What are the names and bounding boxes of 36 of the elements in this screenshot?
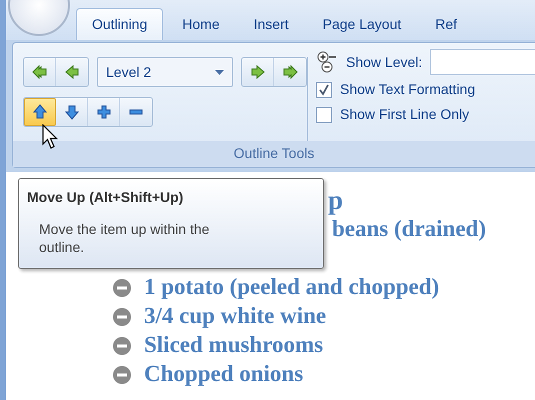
ribbon-tab[interactable]: Page Layout	[308, 9, 416, 40]
tooltip-title: Move Up (Alt+Shift+Up)	[27, 188, 184, 207]
checkbox-label: Show First Line Only	[340, 105, 470, 124]
ribbon-tab[interactable]: Outlining	[76, 8, 164, 40]
checkbox[interactable]	[316, 106, 332, 122]
checkbox[interactable]	[316, 82, 332, 98]
outline-item: Sliced mushrooms	[144, 331, 324, 360]
tooltip-description: Move the item up within the outline.	[38, 220, 210, 256]
collapse-icon[interactable]	[112, 278, 132, 298]
right-arrow-icon	[250, 64, 266, 80]
ribbon-tab[interactable]: Home	[167, 9, 235, 40]
collapse-icon[interactable]	[112, 336, 132, 356]
double-right-arrow-icon	[282, 64, 298, 80]
up-arrow-icon	[32, 104, 48, 120]
down-arrow-icon	[64, 104, 80, 120]
ribbon-tab[interactable]: Ref	[420, 9, 472, 40]
plus-icon	[96, 104, 112, 120]
show-level-field[interactable]	[430, 49, 535, 75]
dropdown-caret-icon	[215, 70, 224, 74]
outline-heading: p	[328, 184, 344, 218]
collapse-icon[interactable]	[112, 306, 132, 326]
outline-item: Chopped onions	[144, 360, 304, 388]
collapse-icon[interactable]	[112, 364, 132, 384]
left-arrow-icon	[64, 64, 80, 80]
cursor-icon	[42, 124, 58, 150]
outline-item: 3/4 cup white wine	[144, 302, 326, 330]
double-left-arrow-icon	[32, 64, 48, 80]
checkbox-label: Show Text Formatting	[340, 80, 476, 99]
level-dropdown[interactable]: Level 2	[97, 57, 233, 87]
ribbon-tab[interactable]: Insert	[238, 9, 304, 40]
outline-item: 1 potato (peeled and chopped)	[144, 273, 440, 302]
outline-item: beans (drained)	[332, 215, 486, 244]
group-label: Outline Tools	[13, 141, 535, 167]
show-level-label: Show Level:	[346, 52, 422, 72]
up-arrow-button[interactable]	[24, 98, 56, 126]
show-level-icon	[316, 50, 338, 74]
